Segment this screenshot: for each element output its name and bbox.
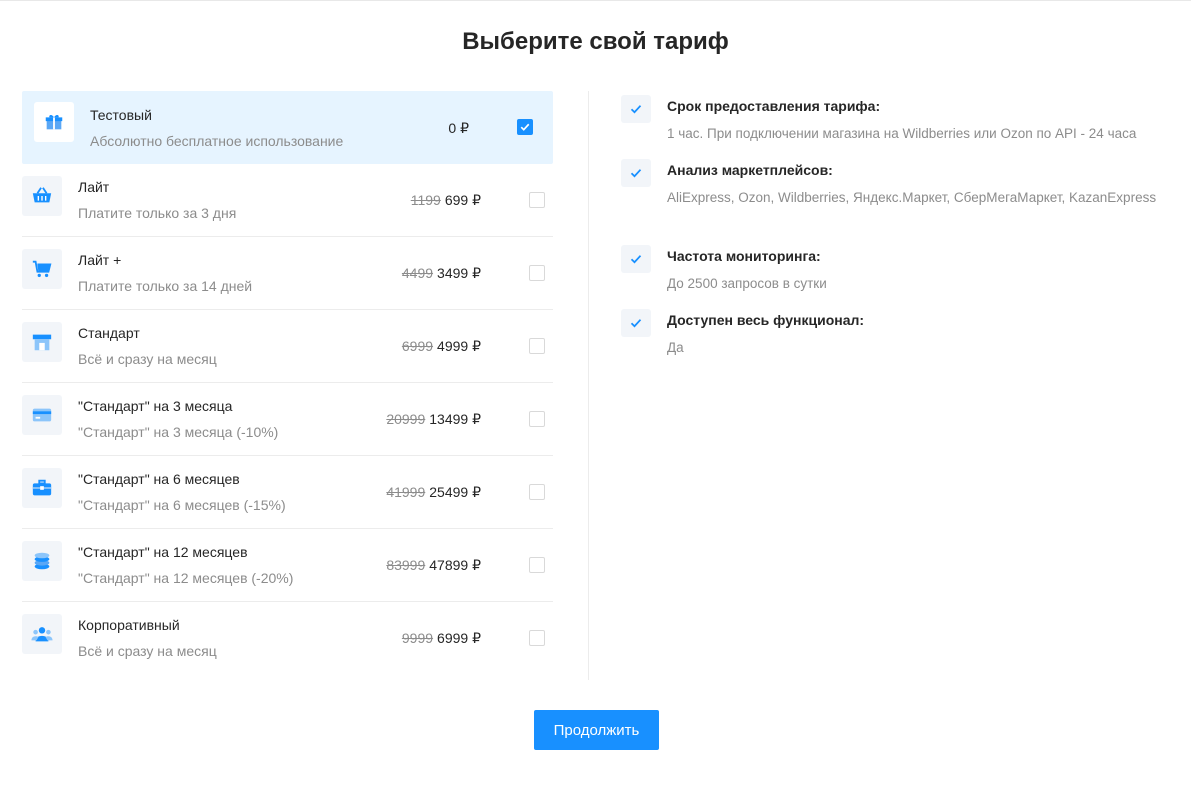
users-group-icon	[22, 614, 62, 654]
plan-subtitle: Платите только за 3 дня	[78, 205, 237, 221]
feature-title: Доступен весь функционал:	[667, 312, 865, 328]
shopping-cart-icon	[22, 249, 62, 289]
basket-icon	[22, 176, 62, 216]
plan-checkbox-checked[interactable]	[517, 119, 533, 135]
page-title: Выберите свой тариф	[462, 28, 729, 55]
plan-option[interactable]: "Стандарт" на 12 месяцев "Стандарт" на 12…	[22, 529, 553, 602]
plan-title: Стандарт	[78, 325, 140, 341]
plan-checkbox[interactable]	[529, 338, 545, 354]
plan-checkbox[interactable]	[529, 630, 545, 646]
current-price: 699 ₽	[444, 192, 481, 208]
plan-list: Тестовый Абсолютно бесплатное использован…	[22, 91, 553, 675]
plan-subtitle: "Стандарт" на 12 месяцев (-20%)	[78, 570, 294, 586]
plan-option[interactable]: Лайт + Платите только за 14 дней 4499 3499 …	[22, 237, 553, 310]
storefront-icon	[22, 322, 62, 362]
current-price: 4999 ₽	[437, 338, 481, 354]
briefcase-icon	[22, 468, 62, 508]
checkmark-icon	[621, 159, 651, 187]
current-price: 0 ₽	[448, 120, 469, 136]
plan-title: Лайт	[78, 179, 110, 195]
plan-checkbox[interactable]	[529, 265, 545, 281]
plan-title: Лайт +	[78, 252, 122, 268]
plan-option[interactable]: Тестовый Абсолютно бесплатное использован…	[22, 91, 553, 164]
old-price: 83999	[386, 557, 426, 573]
plan-subtitle: Всё и сразу на месяц	[78, 643, 217, 659]
plan-title: Корпоративный	[78, 617, 180, 633]
top-divider	[0, 0, 1191, 1]
old-price: 6999	[401, 338, 434, 354]
old-price: 20999	[386, 411, 426, 427]
plan-option[interactable]: Корпоративный Всё и сразу на месяц 9999 699…	[22, 602, 553, 675]
current-price: 47899 ₽	[429, 557, 481, 573]
coins-stack-icon	[22, 541, 62, 581]
checkmark-icon	[621, 245, 651, 273]
feature-title: Частота мониторинга:	[667, 248, 821, 264]
plan-title: "Стандарт" на 3 месяца	[78, 398, 233, 414]
plan-subtitle: Всё и сразу на месяц	[78, 351, 217, 367]
old-price: 41999	[386, 484, 426, 500]
current-price: 3499 ₽	[437, 265, 481, 281]
plan-price: 9999 6999 ₽	[402, 630, 481, 647]
feature-text: 1 час. При подключении магазина на Wildb…	[667, 126, 1137, 141]
plan-price: 1199 699 ₽	[411, 192, 481, 209]
feature-text: До 2500 запросов в сутки	[667, 276, 827, 291]
current-price: 6999 ₽	[437, 630, 481, 646]
feature-text: Да	[667, 340, 684, 355]
checkmark-icon	[621, 95, 651, 123]
credit-card-icon	[22, 395, 62, 435]
plan-checkbox[interactable]	[529, 557, 545, 573]
checkmark-icon	[621, 309, 651, 337]
plan-option[interactable]: Лайт Платите только за 3 дня 1199 699 ₽	[22, 164, 553, 237]
current-price: 13499 ₽	[429, 411, 481, 427]
plan-title: "Стандарт" на 6 месяцев	[78, 471, 240, 487]
plan-price: 83999 47899 ₽	[386, 557, 481, 574]
plan-option[interactable]: Стандарт Всё и сразу на месяц 6999 4999 ₽	[22, 310, 553, 383]
plan-subtitle: "Стандарт" на 6 месяцев (-15%)	[78, 497, 286, 513]
plan-checkbox[interactable]	[529, 192, 545, 208]
plan-price: 0 ₽	[448, 120, 469, 137]
plan-option[interactable]: "Стандарт" на 6 месяцев "Стандарт" на 6 м…	[22, 456, 553, 529]
old-price: 4499	[401, 265, 434, 281]
plan-subtitle: Платите только за 14 дней	[78, 278, 253, 294]
old-price: 9999	[401, 630, 434, 646]
column-divider	[588, 91, 589, 680]
plan-subtitle: "Стандарт" на 3 месяца (-10%)	[78, 424, 279, 440]
feature-text: AliExpress, Ozon, Wildberries, Яндекс.Ма…	[667, 190, 1157, 205]
plan-price: 4499 3499 ₽	[402, 265, 481, 282]
plan-title: "Стандарт" на 12 месяцев	[78, 544, 248, 560]
current-price: 25499 ₽	[429, 484, 481, 500]
plan-price: 6999 4999 ₽	[402, 338, 481, 355]
plan-option[interactable]: "Стандарт" на 3 месяца "Стандарт" на 3 ме…	[22, 383, 553, 456]
plan-title: Тестовый	[90, 107, 152, 123]
plan-subtitle: Абсолютно бесплатное использование	[90, 133, 344, 149]
plan-checkbox[interactable]	[529, 411, 545, 427]
plan-price: 20999 13499 ₽	[386, 411, 481, 428]
feature-title: Анализ маркетплейсов:	[667, 162, 833, 178]
plan-price: 41999 25499 ₽	[386, 484, 481, 501]
gift-box-icon	[34, 102, 74, 142]
plan-checkbox[interactable]	[529, 484, 545, 500]
feature-title: Срок предоставления тарифа:	[667, 98, 881, 114]
continue-button[interactable]: Продолжить	[534, 710, 659, 750]
old-price: 1199	[410, 192, 441, 208]
